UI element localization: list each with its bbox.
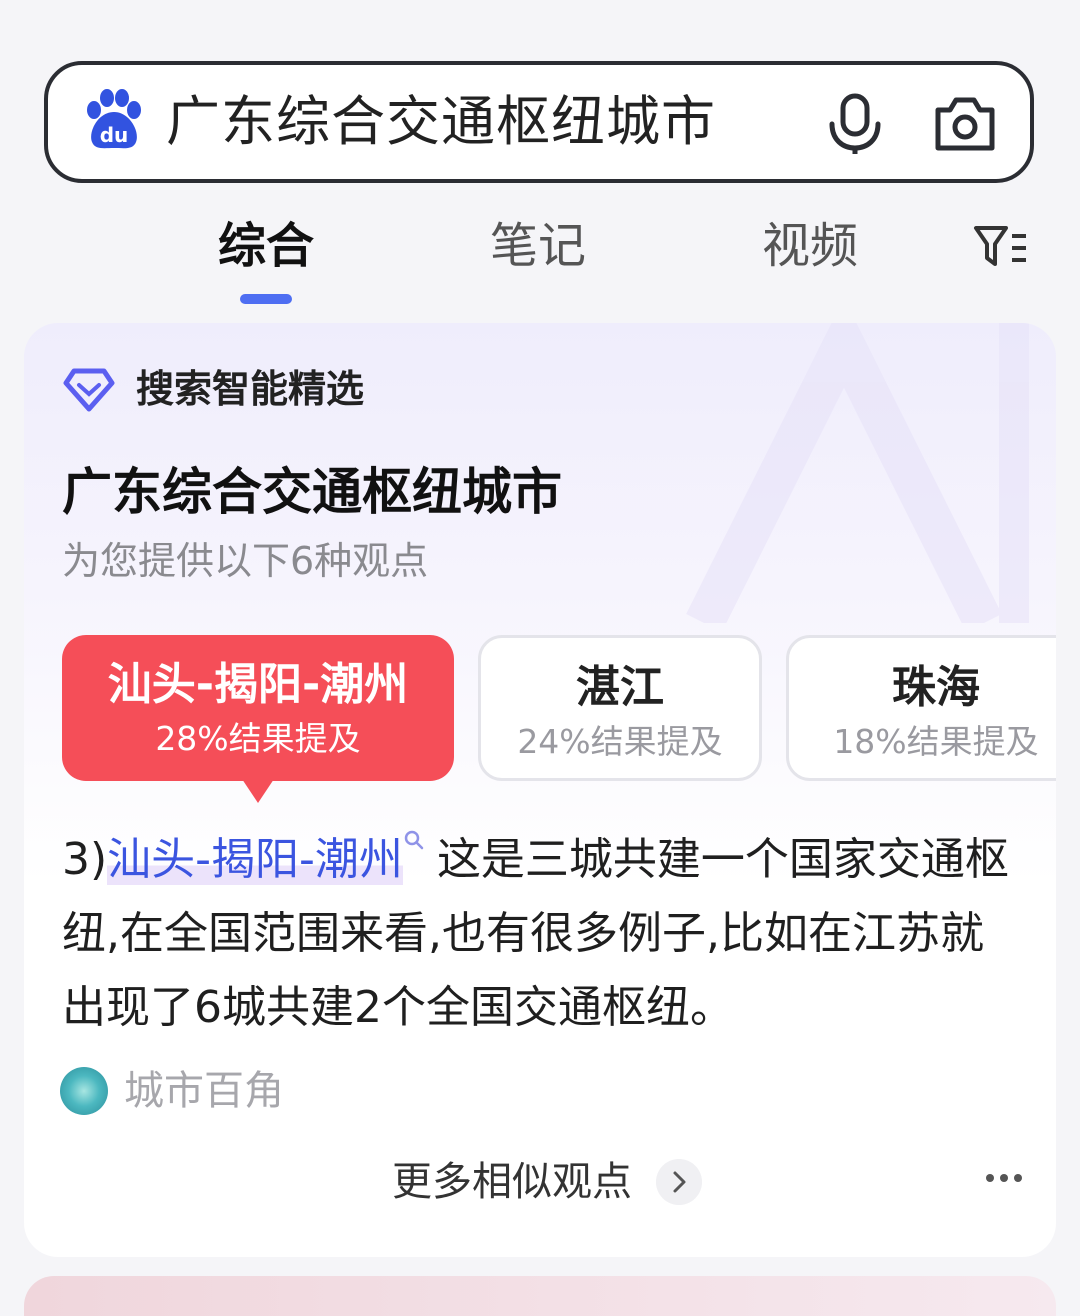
chip-percentage: 28%结果提及 <box>155 719 361 758</box>
ai-answer-card: 搜索智能精选 广东综合交通枢纽城市 为您提供以下6种观点 汕头-揭阳-潮州 28… <box>24 323 1056 1257</box>
more-dots-icon[interactable] <box>984 1171 1024 1185</box>
more-similar-views-link[interactable]: 更多相似观点 <box>392 1155 632 1209</box>
answer-text: 3)汕头-揭阳-潮州 这是三城共建一个国家交通枢纽,在全国范围来看,也有很多例子,… <box>62 823 1012 1045</box>
chevron-right-icon[interactable] <box>656 1159 702 1205</box>
search-query[interactable]: 广东综合交通枢纽城市 <box>166 88 716 156</box>
baidu-paw-logo: du <box>87 89 141 149</box>
tab-bar: 综合 笔记 视频 <box>0 208 1080 308</box>
ai-badge-label: 搜索智能精选 <box>136 367 365 411</box>
chip-name: 汕头-揭阳-潮州 <box>107 659 409 710</box>
mic-icon[interactable] <box>826 92 884 156</box>
source-name[interactable]: 城市百角 <box>124 1065 284 1117</box>
tab-comprehensive[interactable]: 综合 <box>218 216 314 276</box>
diamond-badge-icon <box>63 368 115 412</box>
tab-videos[interactable]: 视频 <box>762 216 858 276</box>
tab-notes[interactable]: 笔记 <box>490 216 586 276</box>
chip-name: 湛江 <box>576 662 664 713</box>
chip-zhuhai[interactable]: 珠海 18%结果提及 <box>786 635 1056 781</box>
chip-percentage: 24%结果提及 <box>517 722 723 761</box>
answer-prefix: 3) <box>62 834 108 885</box>
chip-shantou-jieyang-chaozhou[interactable]: 汕头-揭阳-潮州 28%结果提及 <box>62 635 454 803</box>
card-title: 广东综合交通枢纽城市 <box>62 463 562 521</box>
next-result-card <box>24 1276 1056 1316</box>
card-subtitle: 为您提供以下6种观点 <box>62 539 429 583</box>
camera-icon[interactable] <box>932 94 998 152</box>
entity-link[interactable]: 汕头-揭阳-潮州 <box>107 834 403 885</box>
source-avatar <box>60 1067 108 1115</box>
active-tab-indicator <box>240 294 292 304</box>
search-mini-icon[interactable] <box>403 829 425 851</box>
ai-decoration <box>686 323 1029 623</box>
filter-icon[interactable] <box>972 222 1030 270</box>
chip-name: 珠海 <box>892 662 980 713</box>
chip-percentage: 18%结果提及 <box>833 722 1039 761</box>
chip-zhanjiang[interactable]: 湛江 24%结果提及 <box>478 635 762 781</box>
svg-text:du: du <box>100 123 129 147</box>
